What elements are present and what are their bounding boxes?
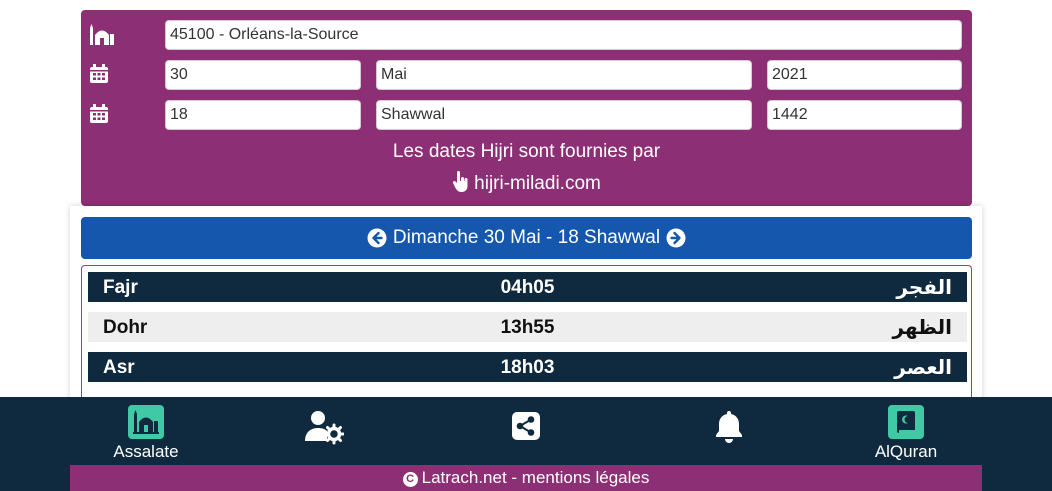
table-row: Fajr 04h05 الفجر [88,272,967,302]
hijri-note: Les dates Hijri sont fournies par [392,141,661,162]
bell-icon [714,409,744,445]
prayer-arabic-name: الفجر [896,275,952,299]
hijri-row: 18 Shawwal 1442 [81,100,972,130]
table-row: Dohr 13h55 الظهر [88,312,967,342]
prayer-times-table: Fajr 04h05 الفجر Dohr 13h55 الظهر Asr 18… [81,265,972,405]
nav-assalate-label: Assalate [113,442,179,461]
mosque-icon [128,405,164,439]
nav-alquran-label: AlQuran [874,442,938,461]
prayer-arabic-name: الظهر [892,315,953,339]
hijri-link-label: hijri-miladi.com [474,173,601,194]
nav-user-settings[interactable] [303,409,345,445]
gregorian-year-input[interactable]: 2021 [767,60,962,90]
quran-icon [888,405,924,439]
gregorian-month-select[interactable]: Mai [376,60,752,90]
gregorian-row: 30 Mai 2021 [81,60,972,90]
arrow-right-circle-icon[interactable] [666,228,686,248]
day-navigation-bar: Dimanche 30 Mai - 18 Shawwal [81,217,972,259]
calendar-icon [89,104,113,126]
footer-link[interactable]: C Latrach.net - mentions légales [70,465,982,491]
location-input[interactable]: 45100 - Orléans-la-Source [165,20,962,50]
prayer-time: 13h55 [500,317,555,338]
calendar-icon [89,64,113,86]
hijri-day-input[interactable]: 18 [165,100,361,130]
nav-alquran[interactable]: AlQuran [866,405,946,462]
footer-text: Latrach.net - mentions légales [421,468,650,487]
hand-pointer-icon [452,171,470,193]
gregorian-day-input[interactable]: 30 [165,60,361,90]
day-title: Dimanche 30 Mai - 18 Shawwal [392,227,661,248]
copyright-icon: C [402,472,418,487]
hijri-year-input[interactable]: 1442 [767,100,962,130]
mosque-icon [89,24,114,46]
nav-share[interactable] [508,411,544,441]
nav-notifications[interactable] [712,409,746,445]
table-row: Asr 18h03 العصر [88,352,967,382]
share-icon [511,411,541,441]
location-row: 45100 - Orléans-la-Source [81,20,972,50]
prayer-arabic-name: العصر [894,355,952,379]
hijri-source-link[interactable]: hijri-miladi.com [81,171,972,195]
user-settings-icon [304,409,345,445]
prayer-time: 18h03 [500,357,555,378]
prayer-time: 04h05 [500,277,555,298]
arrow-left-circle-icon[interactable] [367,228,387,248]
hijri-month-select[interactable]: Shawwal [376,100,752,130]
nav-assalate[interactable]: Assalate [106,405,186,462]
location-date-panel: 45100 - Orléans-la-Source 30 Mai 2021 18… [81,10,972,206]
